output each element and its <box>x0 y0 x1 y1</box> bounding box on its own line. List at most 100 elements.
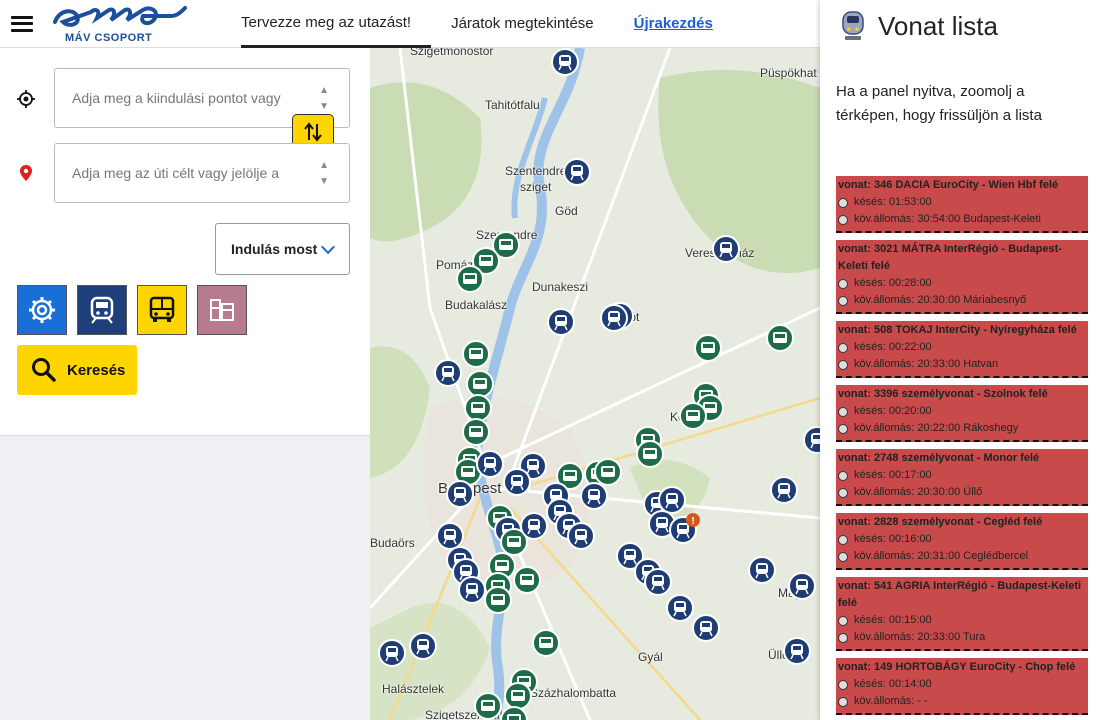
train-list-item[interactable]: vonat: 2828 személyvonat - Cegléd felé ké… <box>836 513 1088 570</box>
panel-hint: Ha a panel nyitva, zoomolj a térképen, h… <box>836 83 1042 124</box>
planner-panel: Adja meg a kiindulási pontot vagy ▲ ▼ Adj… <box>0 48 370 720</box>
train-mode-button[interactable] <box>77 285 127 335</box>
stopwatch-icon <box>838 487 848 498</box>
train-marker[interactable] <box>547 308 575 336</box>
train-marker[interactable] <box>458 576 486 604</box>
train-marker[interactable] <box>563 158 591 186</box>
train-next-station-text: köv.állomás: 30:54:00 Budapest-Keleti <box>854 213 1041 225</box>
stopwatch-icon <box>838 278 848 289</box>
warning-marker[interactable]: ! <box>686 513 700 527</box>
train-marker[interactable] <box>644 568 672 596</box>
search-button[interactable]: Keresés <box>17 345 137 395</box>
stopwatch-icon <box>838 615 848 626</box>
train-icon <box>842 11 864 40</box>
train-marker[interactable] <box>748 556 776 584</box>
train-marker[interactable] <box>712 235 740 263</box>
train-marker[interactable] <box>658 486 686 514</box>
train-list-item[interactable]: vonat: 149 HORTOBÁGY EuroCity - Chop fel… <box>836 658 1088 715</box>
train-marker[interactable] <box>484 586 512 614</box>
train-list-item[interactable]: vonat: 3396 személyvonat - Szolnok felé k… <box>836 385 1088 442</box>
map-view[interactable]: Szigetmonostor Püspökhat Tahitótfalu Sze… <box>370 48 820 720</box>
stopwatch-icon <box>838 679 848 690</box>
train-list-item[interactable]: vonat: 508 TOKAJ InterCity - Nyíregyháza… <box>836 321 1088 378</box>
nav-view-routes[interactable]: Járatok megtekintése <box>431 0 614 48</box>
train-marker[interactable] <box>770 476 798 504</box>
nav-plan-trip[interactable]: Tervezze meg az utazást! <box>241 0 432 48</box>
train-delay: késés: 00:22:00 <box>838 339 1086 356</box>
app: MÁV CSOPORT Tervezze meg az utazást! Jár… <box>0 0 1104 720</box>
train-delay-text: késés: 00:17:00 <box>854 469 932 481</box>
train-next-station: köv.állomás: 20:31:00 Ceglédbercel <box>838 548 1086 565</box>
train-marker[interactable] <box>462 340 490 368</box>
logo-subtitle: MÁV CSOPORT <box>65 31 153 44</box>
search-label: Keresés <box>67 361 126 379</box>
destination-input[interactable]: Adja meg az úti célt vagy jelölje a ▲ ▼ <box>54 143 350 203</box>
train-marker[interactable] <box>694 334 722 362</box>
train-marker[interactable] <box>532 629 560 657</box>
train-list-item[interactable]: vonat: 2748 személyvonat - Monor felé kés… <box>836 449 1088 506</box>
train-marker[interactable] <box>594 458 622 486</box>
top-bar: MÁV CSOPORT Tervezze meg az utazást! Jár… <box>0 0 820 48</box>
train-delay-text: késés: 00:16:00 <box>854 533 932 545</box>
main-nav: Tervezze meg az utazást! Járatok megteki… <box>241 0 733 48</box>
train-marker[interactable] <box>679 402 707 430</box>
train-marker[interactable] <box>803 426 820 454</box>
train-marker[interactable] <box>600 304 628 332</box>
train-marker[interactable] <box>766 324 794 352</box>
locate-icon[interactable] <box>16 89 36 109</box>
train-marker[interactable] <box>378 639 406 667</box>
train-marker[interactable] <box>503 468 531 496</box>
train-marker[interactable] <box>513 566 541 594</box>
train-name: vonat: 541 AGRIA InterRégió - Budapest-K… <box>838 580 1082 609</box>
train-icon <box>90 296 114 324</box>
train-marker[interactable] <box>504 682 532 710</box>
origin-placeholder: Adja meg a kiindulási pontot vagy <box>72 90 281 106</box>
tram-icon <box>210 299 234 321</box>
train-next-station-text: köv.állomás: 20:22:00 Rákoshegy <box>854 422 1019 434</box>
train-marker[interactable] <box>666 594 694 622</box>
train-marker[interactable] <box>551 48 579 76</box>
train-next-station-text: köv.állomás: - - <box>854 695 928 707</box>
train-marker[interactable] <box>462 418 490 446</box>
train-marker[interactable] <box>692 614 720 642</box>
bus-mode-button[interactable] <box>137 285 187 335</box>
train-delay-text: késés: 00:22:00 <box>854 341 932 353</box>
train-marker[interactable] <box>456 265 484 293</box>
departure-select[interactable]: Indulás most <box>215 223 350 275</box>
train-name: vonat: 2828 személyvonat - Cegléd felé <box>838 516 1043 528</box>
nav-restart[interactable]: Újrakezdés <box>614 0 733 48</box>
train-marker[interactable] <box>580 482 608 510</box>
train-delay-text: késés: 00:14:00 <box>854 678 932 690</box>
train-next-station: köv.állomás: 20:33:00 Tura <box>838 629 1086 646</box>
origin-stepper-icon[interactable]: ▲ ▼ <box>319 83 329 115</box>
train-marker[interactable] <box>409 632 437 660</box>
gear-icon <box>29 297 55 323</box>
train-marker[interactable] <box>788 572 816 600</box>
train-marker[interactable] <box>636 440 664 468</box>
emma-logo[interactable]: MÁV CSOPORT <box>51 4 191 44</box>
train-marker[interactable] <box>446 480 474 508</box>
train-name: vonat: 149 HORTOBÁGY EuroCity - Chop fel… <box>838 661 1076 673</box>
chevron-down-icon <box>320 239 336 255</box>
train-marker[interactable] <box>464 394 492 422</box>
train-next-station-text: köv.állomás: 20:30:00 Üllő <box>854 486 983 498</box>
train-delay: késés: 00:15:00 <box>838 612 1086 629</box>
settings-button[interactable] <box>17 285 67 335</box>
train-list-item[interactable]: vonat: 3021 MÁTRA InterRégió - Budapest-… <box>836 240 1088 314</box>
stopwatch-icon <box>838 197 848 208</box>
train-list-item[interactable]: vonat: 346 DACIA EuroCity - Wien Hbf fel… <box>836 176 1088 233</box>
train-list-item[interactable]: vonat: 541 AGRIA InterRégió - Budapest-K… <box>836 577 1088 651</box>
tram-mode-button[interactable] <box>197 285 247 335</box>
train-marker[interactable] <box>520 512 548 540</box>
train-marker[interactable] <box>434 359 462 387</box>
train-marker[interactable] <box>436 522 464 550</box>
train-name: vonat: 346 DACIA EuroCity - Wien Hbf fel… <box>838 179 1059 191</box>
train-marker[interactable] <box>474 692 502 720</box>
train-marker[interactable] <box>567 522 595 550</box>
destination-stepper-icon[interactable]: ▲ ▼ <box>319 158 329 190</box>
train-marker[interactable] <box>783 637 811 665</box>
train-marker[interactable] <box>466 370 494 398</box>
stopwatch-icon <box>838 470 848 481</box>
train-marker[interactable] <box>476 450 504 478</box>
menu-icon[interactable] <box>11 15 33 32</box>
